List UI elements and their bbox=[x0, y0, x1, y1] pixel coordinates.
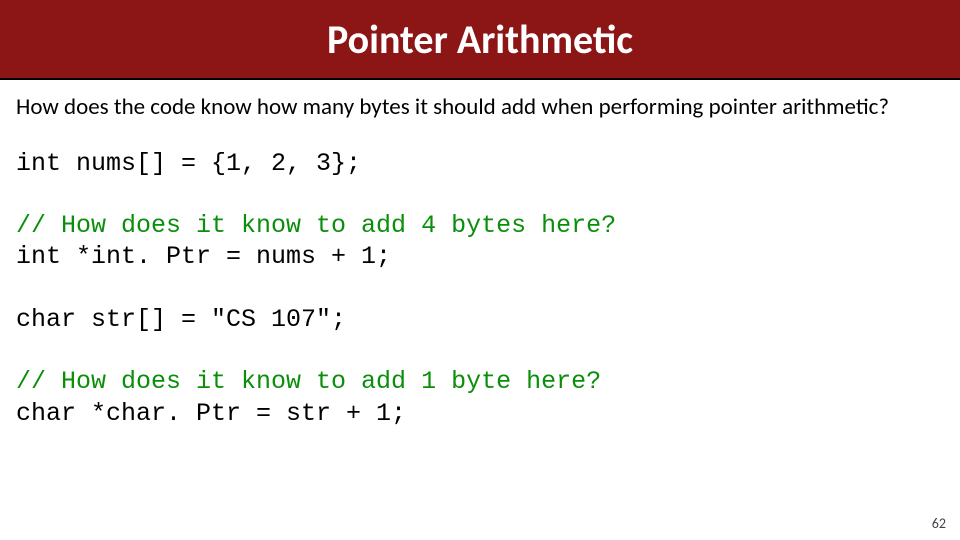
code-block: int nums[] = {1, 2, 3}; // How does it k… bbox=[16, 148, 944, 429]
page-number: 62 bbox=[932, 515, 946, 532]
code-comment-1: // How does it know to add 4 bytes here? bbox=[16, 211, 616, 240]
code-line-2: int *int. Ptr = nums + 1; bbox=[16, 242, 391, 271]
slide-title-bar: Pointer Arithmetic bbox=[0, 0, 960, 80]
slide-title: Pointer Arithmetic bbox=[327, 15, 633, 64]
body-question: How does the code know how many bytes it… bbox=[16, 94, 944, 122]
code-line-3: char str[] = "CS 107"; bbox=[16, 305, 346, 334]
code-comment-2: // How does it know to add 1 byte here? bbox=[16, 367, 601, 396]
code-line-4: char *char. Ptr = str + 1; bbox=[16, 399, 406, 428]
code-line-1: int nums[] = {1, 2, 3}; bbox=[16, 149, 361, 178]
slide-body: How does the code know how many bytes it… bbox=[0, 80, 960, 429]
slide: Pointer Arithmetic How does the code kno… bbox=[0, 0, 960, 540]
